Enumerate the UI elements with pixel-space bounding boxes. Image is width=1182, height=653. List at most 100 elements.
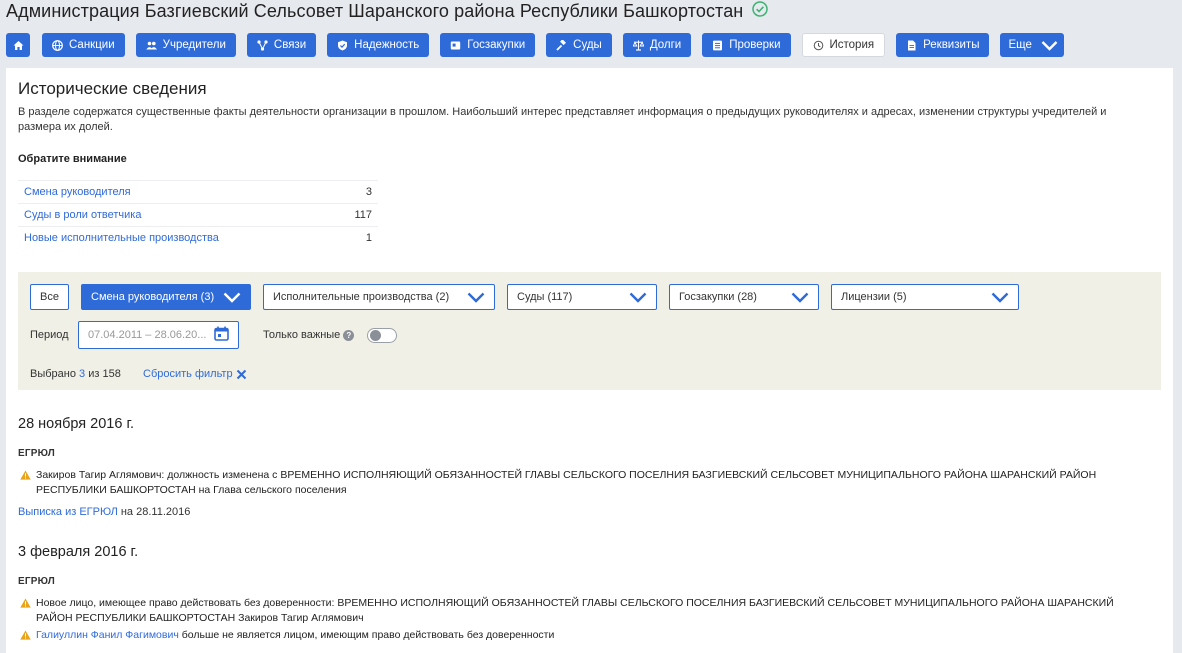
filter-panel: Все Смена руководителя (3) Исполнительны…: [18, 272, 1161, 390]
users-icon: [145, 40, 157, 51]
attention-title: Обратите внимание: [18, 153, 127, 165]
event-date: 28 ноября 2016 г.: [18, 416, 134, 432]
nav-label: Суды: [573, 39, 602, 51]
nav-label: Госзакупки: [467, 39, 526, 51]
event-item: Галиуллин Фанил Фагимович больше не явля…: [20, 628, 1150, 645]
nav-courts[interactable]: Суды: [546, 33, 612, 57]
event-item: Новое лицо, имеющее право действовать бе…: [20, 596, 1150, 626]
only-important: Только важные ?: [263, 329, 355, 341]
only-important-label: Только важные: [263, 329, 341, 341]
event-text: Закиров Тагир Аглямович: должность измен…: [36, 469, 1097, 496]
chevron-down-icon: [223, 292, 241, 303]
selected-prefix: Выбрано: [30, 368, 76, 380]
filter-enforcement-dropdown[interactable]: Исполнительные производства (2): [263, 284, 495, 310]
selected-suffix: из 158: [88, 368, 121, 380]
selected-count: Выбрано 3 из 158: [30, 368, 121, 380]
person-link[interactable]: Галиуллин Фанил Фагимович: [36, 629, 179, 641]
nav-label: Еще: [1008, 39, 1032, 51]
chevron-down-icon: [791, 292, 809, 303]
period-placeholder: 07.04.2011 – 28.06.20...: [88, 329, 207, 341]
event-source: ЕГРЮЛ: [18, 576, 55, 587]
globe-icon: [52, 39, 63, 51]
nav-requisites[interactable]: Реквизиты: [896, 33, 990, 57]
toggle-knob: [370, 330, 381, 341]
summary-count: 117: [354, 209, 372, 221]
summary-row: Смена руководителя 3: [18, 180, 378, 203]
close-icon: [236, 369, 247, 380]
nav-label: Проверки: [729, 39, 781, 51]
dropdown-label: Смена руководителя (3): [91, 291, 215, 303]
filter-courts-dropdown[interactable]: Суды (117): [507, 284, 657, 310]
title-bar: Администрация Базгиевский Сельсовет Шара…: [6, 0, 769, 22]
only-important-toggle[interactable]: [367, 328, 397, 343]
period-label: Период: [30, 329, 69, 341]
filter-licenses-dropdown[interactable]: Лицензии (5): [831, 284, 1019, 310]
nav-label: Санкции: [69, 39, 115, 51]
checklist-icon: [712, 40, 723, 51]
nav-sanctions[interactable]: Санкции: [42, 33, 125, 57]
summary-link[interactable]: Новые исполнительные производства: [24, 232, 219, 244]
event-source: ЕГРЮЛ: [18, 448, 55, 459]
event-text: больше не является лицом, имеющим право …: [181, 629, 555, 641]
nav-procurement[interactable]: Госзакупки: [440, 33, 536, 57]
event-item: Закиров Тагир Аглямович: должность измен…: [20, 468, 1150, 498]
nav-label: Учредители: [162, 39, 226, 51]
warning-icon: [20, 628, 36, 645]
summary-link[interactable]: Смена руководителя: [24, 186, 131, 198]
help-icon[interactable]: ?: [343, 329, 355, 341]
section-navbar: Санкции Учредители Связи Надежность Госз…: [6, 33, 1075, 57]
scales-icon: [632, 40, 644, 51]
calendar-icon[interactable]: [214, 326, 229, 344]
event-date: 3 февраля 2016 г.: [18, 544, 139, 560]
nav-founders[interactable]: Учредители: [135, 33, 236, 57]
chevron-down-icon: [1041, 40, 1058, 51]
filter-all-button[interactable]: Все: [30, 284, 69, 310]
nav-inspections[interactable]: Проверки: [702, 33, 791, 57]
event-text: Новое лицо, имеющее право действовать бе…: [36, 597, 1114, 624]
gavel-icon: [556, 39, 567, 51]
nav-label: История: [829, 39, 875, 51]
filter-all-label: Все: [40, 291, 59, 303]
reset-filter-button[interactable]: Сбросить фильтр: [143, 368, 247, 380]
document-icon: [906, 40, 917, 51]
nav-debts[interactable]: Долги: [622, 33, 692, 57]
summary-row: Суды в роли ответчика 117: [18, 203, 378, 226]
nav-reliability[interactable]: Надежность: [327, 33, 430, 57]
nav-more-button[interactable]: Еще: [1000, 33, 1064, 57]
contract-icon: [450, 40, 461, 51]
summary-row: Новые исполнительные производства 1: [18, 226, 378, 249]
home-icon: [13, 40, 24, 51]
summary-link[interactable]: Суды в роли ответчика: [24, 209, 141, 221]
warning-icon: [20, 468, 36, 498]
section-description: В разделе содержатся существенные факты …: [18, 106, 1107, 133]
nav-label: Реквизиты: [923, 39, 980, 51]
shield-icon: [337, 40, 348, 51]
history-card: Исторические сведения В разделе содержат…: [6, 68, 1173, 653]
filter-procurement-dropdown[interactable]: Госзакупки (28): [669, 284, 819, 310]
selected-number: 3: [79, 368, 86, 380]
summary-count: 1: [365, 232, 372, 244]
dropdown-label: Лицензии (5): [841, 291, 907, 303]
nav-history[interactable]: История: [801, 33, 886, 57]
filter-director-change-dropdown[interactable]: Смена руководителя (3): [81, 284, 251, 310]
egrul-extract-link[interactable]: Выписка из ЕГРЮЛ: [18, 506, 118, 518]
chevron-down-icon: [991, 292, 1009, 303]
section-title: Исторические сведения: [18, 79, 207, 98]
warning-icon: [20, 596, 36, 626]
summary-table: Смена руководителя 3 Суды в роли ответчи…: [18, 180, 378, 249]
nav-label: Долги: [649, 39, 682, 51]
chevron-down-icon: [467, 292, 485, 303]
nav-label: Связи: [273, 39, 307, 51]
page-title: Администрация Базгиевский Сельсовет Шара…: [6, 0, 744, 21]
dropdown-label: Суды (117): [517, 291, 573, 303]
home-button[interactable]: [6, 33, 30, 57]
nav-connections[interactable]: Связи: [246, 33, 317, 57]
summary-count: 3: [365, 186, 372, 198]
extract-suffix: на 28.11.2016: [120, 506, 191, 518]
period-date-input[interactable]: 07.04.2011 – 28.06.20...: [78, 321, 239, 349]
verified-check-icon: [752, 0, 769, 22]
event-extract: Выписка из ЕГРЮЛ на 28.11.2016: [18, 506, 190, 518]
dropdown-label: Госзакупки (28): [679, 291, 757, 303]
reset-filter-label: Сбросить фильтр: [143, 368, 233, 380]
nav-label: Надежность: [354, 39, 420, 51]
